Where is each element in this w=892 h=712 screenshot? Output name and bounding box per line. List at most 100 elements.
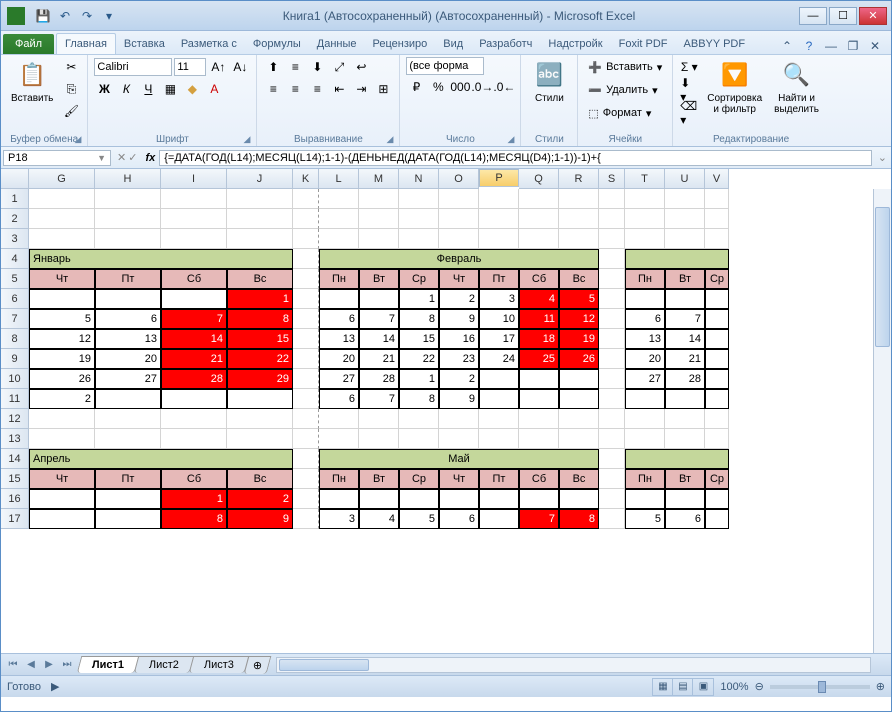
tab-data[interactable]: Данные [309, 34, 365, 54]
cell[interactable] [625, 209, 665, 229]
cell[interactable] [319, 229, 359, 249]
cell[interactable] [29, 209, 95, 229]
cell[interactable] [559, 389, 599, 409]
cell[interactable] [519, 229, 559, 249]
cell[interactable] [293, 309, 319, 329]
sheet-tab-1[interactable]: Лист1 [77, 656, 140, 673]
row-header-17[interactable]: 17 [1, 509, 29, 529]
cell[interactable]: 1 [161, 489, 227, 509]
cell[interactable]: 6 [665, 509, 705, 529]
cell[interactable] [399, 189, 439, 209]
align-right-icon[interactable]: ≡ [307, 79, 327, 99]
cell[interactable]: 12 [559, 309, 599, 329]
maximize-button[interactable]: ☐ [829, 7, 857, 25]
align-center-icon[interactable]: ≡ [285, 79, 305, 99]
dialog-launcher-icon[interactable]: ◢ [507, 134, 514, 145]
cell[interactable]: Чт [439, 269, 479, 289]
sheet-tab-3[interactable]: Лист3 [189, 656, 250, 673]
cell[interactable] [29, 489, 95, 509]
cut-icon[interactable]: ✂ [61, 57, 81, 77]
cell[interactable]: 15 [227, 329, 293, 349]
percent-icon[interactable]: % [428, 77, 448, 97]
cell[interactable] [599, 449, 625, 469]
cell[interactable] [519, 189, 559, 209]
cell[interactable]: 13 [625, 329, 665, 349]
cell[interactable] [161, 189, 227, 209]
cell[interactable] [227, 229, 293, 249]
cell[interactable]: 13 [319, 329, 359, 349]
cell[interactable]: 7 [519, 509, 559, 529]
cell[interactable] [625, 429, 665, 449]
name-box[interactable]: P18▼ [3, 150, 111, 166]
zoom-out-icon[interactable]: ⊖ [755, 680, 764, 693]
expand-formula-icon[interactable]: ⌄ [874, 151, 891, 164]
cell[interactable]: 17 [479, 329, 519, 349]
cell[interactable] [625, 449, 729, 469]
cell[interactable]: 3 [479, 289, 519, 309]
cell[interactable]: 5 [29, 309, 95, 329]
cell[interactable]: 8 [161, 509, 227, 529]
autosum-icon[interactable]: Σ ▾ [679, 57, 699, 77]
cell[interactable]: 19 [29, 349, 95, 369]
cell[interactable]: Пт [95, 269, 161, 289]
cell[interactable]: 23 [439, 349, 479, 369]
cell[interactable]: 14 [665, 329, 705, 349]
cell[interactable]: 22 [399, 349, 439, 369]
cell[interactable] [29, 409, 95, 429]
cell[interactable] [559, 489, 599, 509]
cell[interactable] [479, 409, 519, 429]
cell[interactable]: 27 [95, 369, 161, 389]
select-all-corner[interactable] [1, 169, 29, 189]
align-top-icon[interactable]: ⬆ [263, 57, 283, 77]
cell[interactable]: 4 [359, 509, 399, 529]
cell[interactable] [599, 229, 625, 249]
cell[interactable] [161, 229, 227, 249]
cell[interactable] [293, 389, 319, 409]
cell[interactable] [479, 209, 519, 229]
cell[interactable]: 12 [29, 329, 95, 349]
cell[interactable]: 5 [399, 509, 439, 529]
row-header-2[interactable]: 2 [1, 209, 29, 229]
merge-icon[interactable]: ⊞ [373, 79, 393, 99]
cell[interactable] [665, 289, 705, 309]
cell[interactable] [319, 409, 359, 429]
cell[interactable] [293, 509, 319, 529]
page-break-view-icon[interactable]: ▣ [693, 679, 713, 695]
save-icon[interactable]: 💾 [33, 6, 53, 26]
cell[interactable] [599, 409, 625, 429]
col-header-U[interactable]: U [665, 169, 705, 189]
cell[interactable] [599, 309, 625, 329]
next-sheet-icon[interactable]: ▶ [41, 657, 57, 673]
row-header-14[interactable]: 14 [1, 449, 29, 469]
cell[interactable]: 28 [665, 369, 705, 389]
tab-abbyy[interactable]: ABBYY PDF [676, 34, 754, 54]
cell[interactable]: 6 [319, 389, 359, 409]
cell[interactable] [399, 429, 439, 449]
find-select-button[interactable]: 🔍 Найти и выделить [770, 57, 823, 117]
tab-formulas[interactable]: Формулы [245, 34, 309, 54]
cell[interactable] [705, 369, 729, 389]
cell[interactable] [705, 389, 729, 409]
dialog-launcher-icon[interactable]: ◢ [243, 134, 250, 145]
cell[interactable] [293, 209, 319, 229]
minimize-ribbon-icon[interactable]: ⌃ [779, 38, 795, 54]
macro-icon[interactable]: ▶ [51, 680, 59, 693]
row-header-13[interactable]: 13 [1, 429, 29, 449]
cell[interactable]: 19 [559, 329, 599, 349]
col-header-R[interactable]: R [559, 169, 599, 189]
col-header-N[interactable]: N [399, 169, 439, 189]
cell[interactable] [319, 189, 359, 209]
cell[interactable] [705, 289, 729, 309]
cell[interactable] [293, 469, 319, 489]
cell[interactable]: 10 [479, 309, 519, 329]
cell[interactable] [705, 309, 729, 329]
cell[interactable] [705, 329, 729, 349]
cell[interactable]: 7 [359, 389, 399, 409]
number-format-select[interactable] [406, 57, 484, 75]
col-header-S[interactable]: S [599, 169, 625, 189]
cell[interactable] [599, 489, 625, 509]
cell[interactable]: 29 [227, 369, 293, 389]
cell[interactable]: Пн [319, 469, 359, 489]
cell[interactable]: 2 [227, 489, 293, 509]
align-middle-icon[interactable]: ≡ [285, 57, 305, 77]
